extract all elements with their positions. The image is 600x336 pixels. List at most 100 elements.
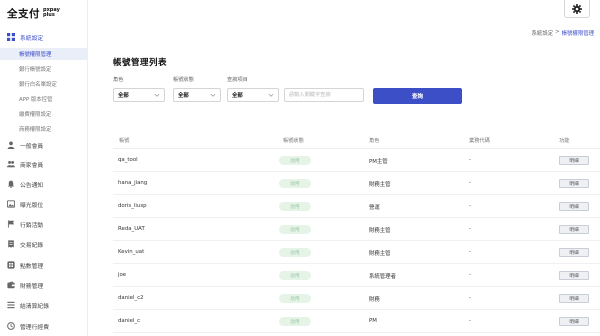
sidebar-item-finance[interactable]: 財務管理 (0, 277, 88, 293)
status-select-value: 全部 (178, 93, 189, 99)
business-code-cell: - (469, 272, 471, 278)
sidebar-subitem-bank-account[interactable]: 銀行帳號設定 (0, 63, 88, 75)
receipt-icon (6, 240, 15, 249)
status-badge: 啟用 (279, 248, 311, 257)
sidebar-item-management-expense[interactable]: 管理行經費 (0, 318, 88, 334)
business-code-cell: - (469, 180, 471, 186)
table-row: hana_jiang 啟用 財務主管 - 明細 (113, 173, 600, 195)
settings-button[interactable] (564, 0, 590, 18)
coin-icon (6, 261, 15, 270)
chevron-down-icon (154, 93, 160, 97)
detail-button[interactable]: 明細 (559, 294, 589, 303)
image-icon (6, 200, 15, 209)
sidebar-item-label: 公告通知 (20, 182, 44, 189)
sidebar-item-exposure-slot[interactable]: 曝光版位 (0, 196, 88, 212)
sidebar-subitem-business-permission[interactable]: 商務權限設定 (0, 123, 88, 135)
column-header-role: 角色 (369, 138, 380, 144)
sidebar-item-label: 結清算紀錄 (20, 303, 49, 310)
sidebar-item-label: 行銷活動 (20, 222, 44, 229)
role-cell: 財務主管 (369, 251, 391, 257)
account-cell: Reda_UAT (118, 226, 145, 232)
detail-button[interactable]: 明細 (559, 248, 589, 257)
clock-icon (6, 322, 15, 331)
status-badge: 啟用 (279, 294, 311, 303)
role-cell: PM主管 (369, 159, 388, 165)
logo-sub-text: pxpay plus (43, 7, 60, 18)
role-select[interactable]: 全部 (113, 88, 165, 102)
sidebar-item-merchant-member[interactable]: 商家會員 (0, 156, 88, 172)
status-badge: 啟用 (279, 317, 311, 326)
account-cell: joe (118, 272, 127, 278)
list-icon (6, 301, 15, 310)
sidebar-item-marketing[interactable]: 行銷活動 (0, 216, 88, 232)
sidebar-item-general-member[interactable]: 一般會員 (0, 137, 88, 153)
sidebar-subitem-account-permission[interactable]: 帳號權限管理 (0, 48, 88, 60)
status-badge: 啟用 (279, 179, 311, 188)
status-badge: 啟用 (279, 156, 311, 165)
status-filter-label: 帳號狀態 (173, 77, 194, 83)
flag-icon (6, 220, 15, 229)
table-row: joe 啟用 系統管理者 - 明細 (113, 265, 600, 287)
account-cell: hana_jiang (118, 180, 148, 186)
query-field-label: 查詢項目 (227, 77, 248, 83)
chevron-down-icon (268, 93, 274, 97)
account-cell: Kevin_uat (118, 249, 145, 255)
business-code-cell: - (469, 226, 471, 232)
sidebar-item-settlement[interactable]: 結清算紀錄 (0, 297, 88, 313)
logo[interactable]: 全支付 pxpay plus (7, 6, 61, 20)
sidebar-subitem-payment-permission[interactable]: 繳費權限設定 (0, 108, 88, 120)
detail-button[interactable]: 明細 (559, 179, 589, 188)
business-code-cell: - (469, 318, 471, 324)
role-cell: PM (369, 318, 377, 324)
detail-button[interactable]: 明細 (559, 225, 589, 234)
column-header-business-code: 業務代碼 (469, 138, 490, 144)
search-button[interactable]: 查詢 (373, 88, 462, 104)
status-badge: 啟用 (279, 202, 311, 211)
sidebar-item-announcement[interactable]: 公告通知 (0, 176, 88, 192)
column-header-actions: 功能 (559, 138, 570, 144)
sidebar-item-label: 財務管理 (20, 283, 44, 290)
business-code-cell: - (469, 295, 471, 301)
column-header-status: 帳號狀態 (283, 138, 304, 144)
business-code-cell: - (469, 203, 471, 209)
sidebar-subitem-app-version[interactable]: APP 版本控管 (0, 93, 88, 105)
role-cell: 財務 (369, 297, 380, 303)
detail-button[interactable]: 明細 (559, 202, 589, 211)
column-header-account: 帳號 (119, 138, 130, 144)
sidebar-subitem-bank-whitelist[interactable]: 銀行白名單設定 (0, 78, 88, 90)
sidebar-item-label: 系統設定 (20, 35, 44, 42)
business-code-cell: - (469, 157, 471, 163)
users-icon (6, 160, 15, 169)
sidebar-item-label: 商家會員 (20, 162, 44, 169)
user-icon (6, 141, 15, 150)
breadcrumb-current: 帳號權限管理 (561, 31, 594, 37)
account-cell: daniel_c (118, 318, 141, 324)
detail-button[interactable]: 明細 (559, 156, 589, 165)
chevron-down-icon (210, 93, 216, 97)
detail-button[interactable]: 明細 (559, 271, 589, 280)
bell-icon (6, 180, 15, 189)
table-row: Kevin_uat 啟用 財務主管 - 明細 (113, 242, 600, 264)
table-row: doris_liusp 啟用 營運 - 明細 (113, 196, 600, 218)
sidebar-item-label: 管理行經費 (20, 324, 49, 331)
table-row: Reda_UAT 啟用 財務主管 - 明細 (113, 219, 600, 241)
table-row: daniel_c 啟用 PM - 明細 (113, 311, 600, 333)
breadcrumb-parent[interactable]: 系統設定 (532, 29, 554, 37)
account-cell: qa_tool (118, 157, 138, 163)
table-header: 帳號 帳號狀態 角色 業務代碼 功能 (113, 131, 600, 149)
detail-button[interactable]: 明細 (559, 317, 589, 326)
gear-icon (572, 3, 582, 14)
query-field-select-value: 全部 (232, 93, 243, 99)
sidebar-item-label: 交易紀錄 (20, 242, 44, 249)
query-field-select[interactable]: 全部 (227, 88, 279, 102)
sidebar-item-points[interactable]: 點數管理 (0, 257, 88, 273)
role-cell: 財務主管 (369, 228, 391, 234)
sidebar-item-transactions[interactable]: 交易紀錄 (0, 236, 88, 252)
sidebar-item-label: 點數管理 (20, 263, 44, 270)
sidebar-item-system-settings[interactable]: 系統設定 (0, 29, 88, 45)
sidebar: 全支付 pxpay plus 系統設定 帳號權限管理 銀行帳號設定 銀行白名單設… (0, 0, 88, 336)
role-cell: 系統管理者 (369, 274, 396, 280)
account-cell: doris_liusp (118, 203, 147, 209)
status-select[interactable]: 全部 (173, 88, 221, 102)
search-input[interactable] (284, 88, 364, 102)
